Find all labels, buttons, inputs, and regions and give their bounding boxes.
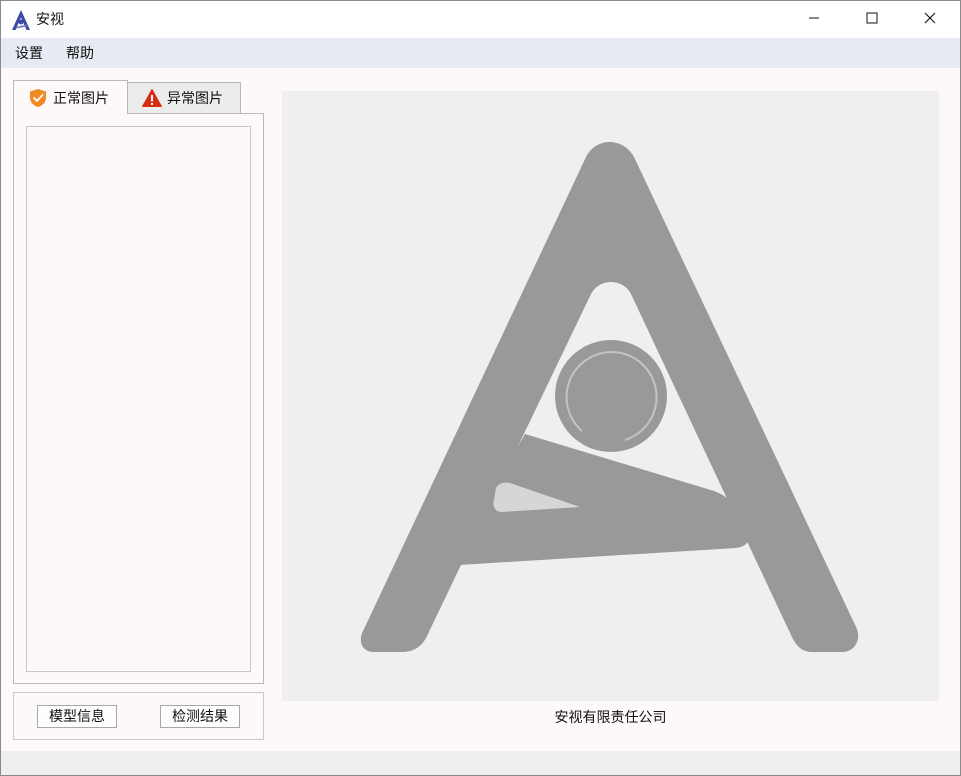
tab-normal-images[interactable]: 正常图片 (13, 80, 128, 114)
maximize-button[interactable] (843, 1, 901, 38)
tab-normal-label: 正常图片 (53, 90, 109, 107)
minimize-icon (808, 12, 820, 28)
window-title: 安视 (36, 12, 64, 28)
menu-settings[interactable]: 设置 (13, 44, 45, 64)
app-logo-icon (10, 9, 32, 31)
detect-result-button[interactable]: 检测结果 (160, 705, 240, 728)
image-display (282, 91, 939, 701)
menu-help[interactable]: 帮助 (64, 44, 96, 64)
close-icon (924, 12, 936, 28)
tab-abnormal-images[interactable]: 异常图片 (127, 82, 241, 113)
company-caption: 安视有限责任公司 (554, 710, 667, 726)
tab-abnormal-label: 异常图片 (167, 91, 223, 107)
action-button-group: 模型信息 检测结果 (13, 692, 264, 740)
image-list[interactable] (26, 126, 251, 672)
shield-check-icon (28, 88, 48, 108)
tab-panel (13, 113, 264, 684)
model-info-button[interactable]: 模型信息 (37, 705, 117, 728)
close-button[interactable] (901, 1, 959, 38)
maximize-icon (866, 12, 878, 28)
company-logo (360, 142, 859, 652)
status-bar (1, 751, 960, 775)
warning-icon (142, 88, 162, 108)
title-bar: 安视 (1, 1, 960, 38)
menu-bar: 设置 帮助 (1, 38, 960, 68)
main-window: 安视 设置 帮助 正常图片 异常图片 模型信息 检测结果 安视有限责任公司 (0, 0, 961, 776)
minimize-button[interactable] (785, 1, 843, 38)
